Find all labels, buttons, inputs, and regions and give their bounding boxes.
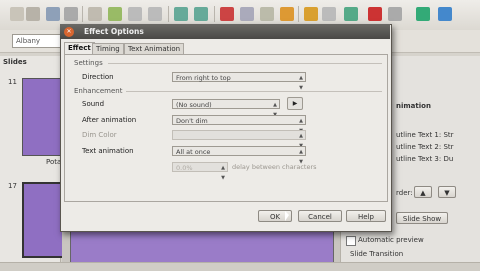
redo-icon[interactable] [322, 7, 336, 21]
dim-color-select: ▲▼ [172, 130, 306, 149]
spin-arrows-icon: ▲▼ [299, 75, 303, 91]
slide-show-button[interactable]: Slide Show [396, 212, 448, 224]
direction-value: From right to top [176, 74, 231, 82]
sound-label: Sound [82, 100, 105, 108]
mouse-cursor-icon [285, 211, 289, 221]
dim-color-label: Dim Color [82, 131, 117, 139]
autospellcheck-icon[interactable] [194, 7, 208, 21]
clone-formatting-icon[interactable] [280, 7, 294, 21]
spin-arrows-icon: ▲▼ [221, 165, 225, 181]
direction-select[interactable]: From right to top ▲ ▼ [172, 72, 306, 91]
delay-label: delay between characters [232, 163, 317, 171]
zoom-icon[interactable] [416, 7, 430, 21]
cancel-button[interactable]: Cancel [298, 210, 342, 222]
print-direct-icon[interactable] [148, 7, 162, 21]
slide-thumbnail[interactable] [22, 78, 64, 156]
text-animation-value: All at once [176, 148, 211, 156]
export-pdf-icon[interactable] [108, 7, 122, 21]
slide-transition-link[interactable]: Slide Transition [350, 250, 403, 258]
cut-icon[interactable] [220, 7, 234, 21]
section-divider [126, 91, 382, 92]
enhancement-section-title: Enhancement [74, 87, 123, 95]
taskpane-heading: nimation [396, 102, 431, 110]
sound-value: (No sound) [176, 101, 212, 109]
navigator-icon[interactable] [388, 7, 402, 21]
save-icon[interactable] [46, 7, 60, 21]
move-down-button[interactable]: ▼ [438, 186, 456, 198]
delay-field: 0.0% ▲ ▼ [172, 162, 228, 181]
undo-icon[interactable] [304, 7, 318, 21]
gallery-icon[interactable] [368, 7, 382, 21]
open-folder-icon[interactable] [26, 7, 40, 21]
help-button[interactable]: Help [346, 210, 386, 222]
after-animation-select[interactable]: Don't dim▲▼ [172, 115, 306, 134]
print-icon[interactable] [128, 7, 142, 21]
automatic-preview-label: Automatic preview [358, 236, 424, 244]
section-divider [108, 63, 382, 64]
paste-icon[interactable] [260, 7, 274, 21]
animation-effect-item[interactable]: utline Text 3: Du [396, 155, 453, 163]
play-sound-button[interactable]: ▶ [287, 97, 303, 110]
direction-label: Direction [82, 73, 114, 81]
automatic-preview-checkbox[interactable] [346, 236, 356, 246]
after-animation-value: Don't dim [176, 117, 208, 125]
dialog-title: Effect Options [84, 27, 144, 36]
sound-select[interactable]: (No sound)▲▼ [172, 99, 280, 118]
copy-icon[interactable] [240, 7, 254, 21]
chart-icon[interactable] [344, 7, 358, 21]
delay-value: 0.0% [176, 164, 193, 172]
slide-number: 17 [8, 182, 17, 190]
slide-number: 11 [8, 78, 17, 86]
new-document-icon[interactable] [10, 7, 24, 21]
edit-file-icon[interactable] [88, 7, 102, 21]
after-animation-label: After animation [82, 116, 137, 124]
animation-effect-item[interactable]: utline Text 2: Str [396, 143, 454, 151]
move-up-button[interactable]: ▲ [414, 186, 432, 198]
slides-panel-title: Slides [3, 58, 27, 66]
close-icon[interactable]: ✕ [64, 27, 74, 37]
settings-section-title: Settings [74, 59, 103, 67]
change-order-label: rder: [396, 189, 413, 197]
spellcheck-icon[interactable] [174, 7, 188, 21]
play-icon: ▶ [292, 100, 298, 107]
text-animation-select[interactable]: All at once ▲ ▼ [172, 146, 306, 165]
help-icon[interactable] [438, 7, 452, 21]
animation-effect-item[interactable]: utline Text 1: Str [396, 131, 454, 139]
slide-caption: Pota [46, 158, 62, 166]
email-icon[interactable] [64, 7, 78, 21]
text-animation-label: Text animation [82, 147, 134, 155]
